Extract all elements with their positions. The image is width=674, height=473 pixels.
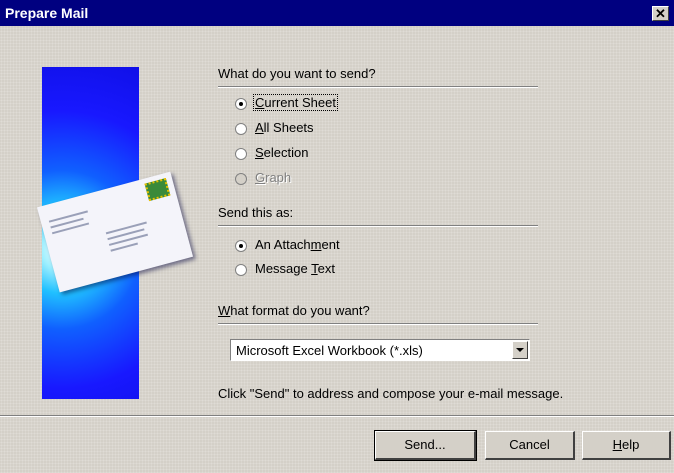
stamp-icon <box>144 178 171 202</box>
send-what-heading: What do you want to send? <box>218 66 376 81</box>
section-divider <box>218 86 538 88</box>
title-bar[interactable]: Prepare Mail ✕ <box>0 0 674 26</box>
radio-message-text[interactable] <box>235 264 247 276</box>
radio-label-selection[interactable]: Selection <box>255 145 308 160</box>
cancel-button[interactable]: Cancel <box>485 431 575 460</box>
send-as-heading: Send this as: <box>218 205 294 220</box>
radio-selection[interactable] <box>235 148 247 160</box>
radio-all-sheets[interactable] <box>235 123 247 135</box>
radio-label-current-sheet[interactable]: Current Sheet <box>253 94 338 111</box>
radio-label-attachment[interactable]: An Attachment <box>255 237 340 252</box>
format-select[interactable]: Microsoft Excel Workbook (*.xls) <box>230 339 530 361</box>
radio-graph <box>235 173 247 185</box>
footer-divider <box>0 415 674 417</box>
radio-current-sheet[interactable] <box>235 98 247 110</box>
section-divider <box>218 225 538 227</box>
window-title: Prepare Mail <box>5 5 89 21</box>
prepare-mail-dialog: Prepare Mail ✕ What do you want to send?… <box>0 0 674 473</box>
format-heading: What format do you want? <box>218 303 370 318</box>
close-icon: ✕ <box>655 6 666 21</box>
radio-label-message-text[interactable]: Message Text <box>255 261 335 276</box>
radio-label-graph: Graph <box>255 170 292 185</box>
hint-text: Click "Send" to address and compose your… <box>218 386 564 401</box>
radio-label-all-sheets[interactable]: All Sheets <box>255 120 314 135</box>
format-select-value: Microsoft Excel Workbook (*.xls) <box>236 343 423 358</box>
chevron-down-icon[interactable] <box>512 341 528 359</box>
help-button[interactable]: Help <box>582 431 671 460</box>
radio-attachment[interactable] <box>235 240 247 252</box>
close-button[interactable]: ✕ <box>652 6 669 21</box>
section-divider <box>218 323 538 325</box>
send-button[interactable]: Send... <box>374 430 477 461</box>
